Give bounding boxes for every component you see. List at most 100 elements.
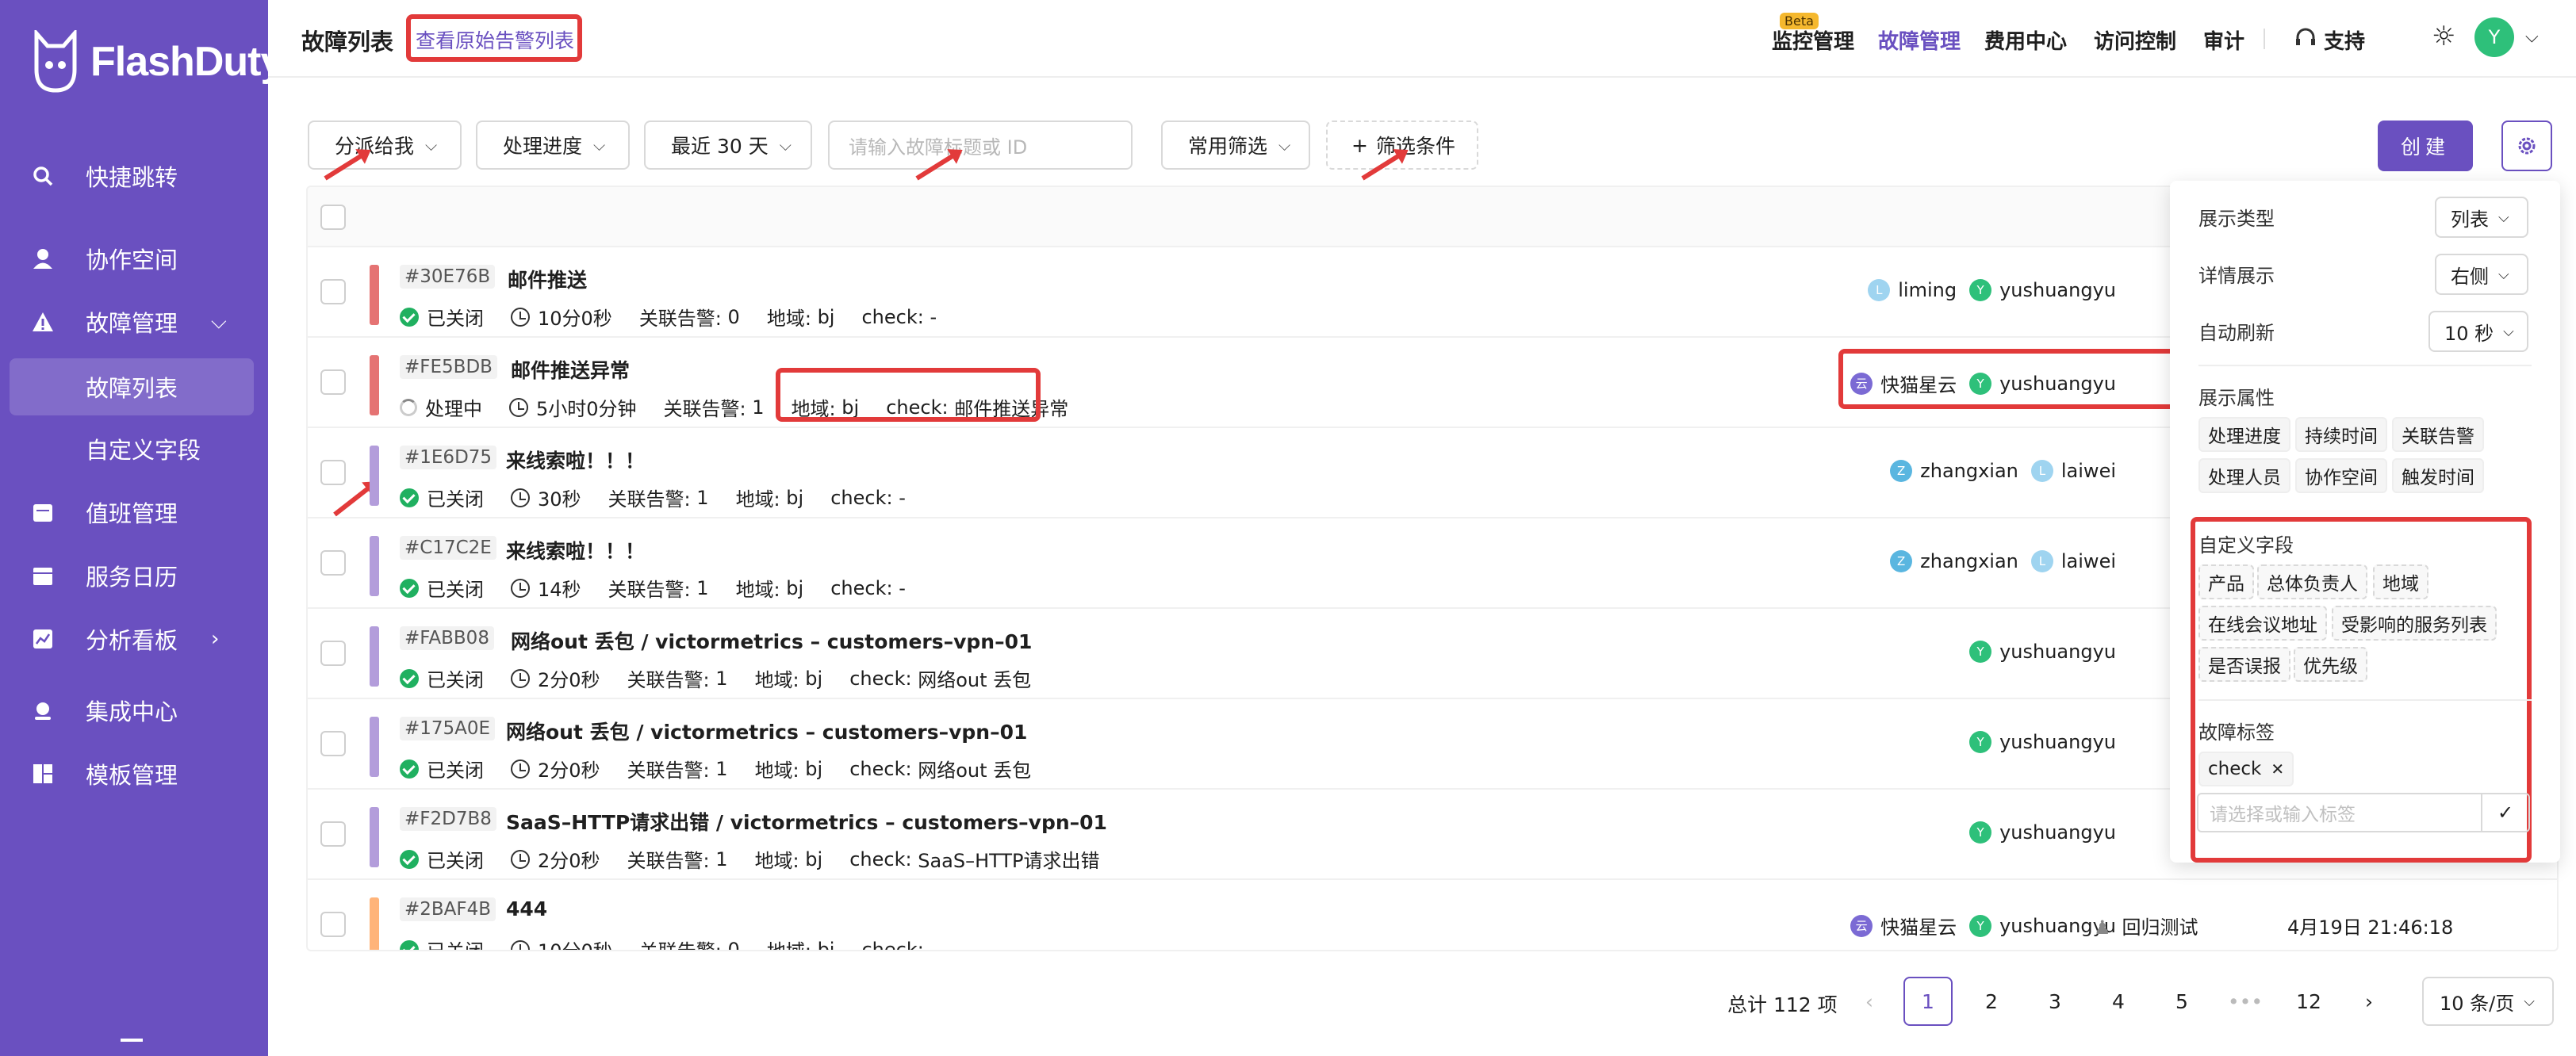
incident-title[interactable]: 来线索啦！！！ [506,536,645,564]
display-attr-tag[interactable]: 协作空间 [2295,458,2387,493]
nav-templates[interactable]: 模板管理 [0,745,268,802]
confirm-tag-button[interactable]: ✓ [2481,793,2530,832]
incident-title[interactable]: 444 [506,897,547,920]
assigned-filter[interactable]: 分派给我 ⌵ [308,121,462,170]
custom-field-tag[interactable]: 是否误报 [2198,647,2290,682]
row-checkbox[interactable] [320,460,346,485]
page-size-label: 10 条/页 [2440,992,2515,1015]
page-button[interactable]: 1 [1903,977,1953,1026]
page-button[interactable]: 3 [2030,977,2080,1026]
custom-field-tag[interactable]: 优先级 [2294,647,2367,682]
row-checkbox[interactable] [320,369,346,395]
nav-label: 模板管理 [86,762,178,789]
incident-title[interactable]: 邮件推送 [508,265,587,293]
nav-collab-space[interactable]: 协作空间 [0,230,268,287]
custom-field-tag[interactable]: 产品 [2198,564,2254,599]
tag-input[interactable]: 请选择或输入标签 [2197,793,2482,832]
chevron-down-icon[interactable]: ⌵ [2525,27,2539,47]
nav-incident-list[interactable]: 故障列表 [10,358,254,415]
nav-integrations[interactable]: 集成中心 [0,682,268,739]
theme-sun-icon[interactable]: ☼ [2432,21,2455,52]
row-checkbox[interactable] [320,912,346,937]
nav-incident-mgmt[interactable]: 故障管理 ⌵ [0,293,268,350]
collapse-icon[interactable] [121,1039,143,1042]
incident-id: #2BAF4B [400,897,496,921]
incident-title[interactable]: 来线索啦！！！ [506,446,645,474]
create-button[interactable]: 创建 [2378,121,2473,171]
responders: Lliming Yyushuangyu [1855,279,2116,301]
page-button[interactable]: 2 [1967,977,2016,1026]
status: 已关闭 [400,303,484,331]
duration: 2分0秒 [538,759,600,782]
topnav-access[interactable]: 访问控制 [2094,25,2176,55]
user-avatar[interactable]: Y [2474,17,2514,57]
nav-oncall[interactable]: 值班管理 [0,484,268,541]
display-attr-tag[interactable]: 触发时间 [2392,458,2484,493]
avatar: Y [1969,731,1992,753]
custom-field-tag[interactable]: 地域 [2373,564,2428,599]
display-attr-tag[interactable]: 关联告警 [2392,417,2484,452]
duration: 30秒 [538,488,581,511]
responders: 云快猫星云 Yyushuangyu [1838,912,2116,939]
topnav-billing[interactable]: 费用中心 [1984,25,2067,55]
display-type-select[interactable]: 列表 ⌵ [2435,197,2528,238]
incident-title[interactable]: SaaS–HTTP请求出错 / victormetrics – customer… [506,807,1107,836]
headset-icon[interactable] [2294,26,2317,50]
topnav-monitor[interactable]: 监控管理 [1772,25,1854,55]
nav-analytics[interactable]: 分析看板 › [0,610,268,668]
check-label: check: [861,305,924,328]
custom-field-tag[interactable]: 受影响的服务列表 [2332,606,2497,641]
display-attr-tag[interactable]: 持续时间 [2295,417,2387,452]
tag-chip[interactable]: check ✕ [2198,752,2294,786]
row-checkbox[interactable] [320,279,346,304]
nav-service-calendar[interactable]: 服务日历 [0,547,268,604]
incident-title[interactable]: 网络out 丢包 / victormetrics – customers–vpn… [511,626,1032,655]
status: 已关闭 [400,484,484,511]
row-checkbox[interactable] [320,550,346,576]
topnav-support[interactable]: 支持 [2324,25,2365,55]
divider [2198,365,2532,366]
auto-refresh-value: 10 秒 [2444,322,2494,345]
topnav-incident[interactable]: 故障管理 [1878,25,1961,55]
row-checkbox[interactable] [320,641,346,666]
status-label: 已关闭 [427,850,484,872]
display-attr-tag[interactable]: 处理人员 [2198,458,2290,493]
more-pages[interactable]: ••• [2221,977,2270,1026]
page-size-select[interactable]: 10 条/页 ⌵ [2422,977,2554,1026]
logo[interactable]: FlashDuty [32,30,283,94]
view-raw-alerts-link[interactable]: 查看原始告警列表 [416,25,574,54]
related-label: 关联告警: [627,759,710,782]
table-row[interactable]: #2BAF4B 444 已关闭 10分0秒 关联告警: 0 地域: bj che… [308,880,2557,950]
nav-quick-jump[interactable]: 快捷跳转 [0,147,268,205]
close-icon[interactable]: ✕ [2271,759,2284,779]
topnav-audit[interactable]: 审计 [2203,25,2244,55]
search-input[interactable]: 请输入故障标题或 ID [828,121,1133,170]
region-label: 地域: [735,488,780,511]
row-checkbox[interactable] [320,821,346,847]
select-all-checkbox[interactable] [320,205,346,230]
detail-display-value: 右侧 [2451,265,2489,288]
detail-display-select[interactable]: 右侧 ⌵ [2435,254,2528,295]
next-page-button[interactable]: › [2344,977,2394,1026]
custom-field-tag[interactable]: 在线会议地址 [2198,606,2327,641]
progress-filter[interactable]: 处理进度 ⌵ [476,121,630,170]
page-button[interactable]: 4 [2094,977,2143,1026]
page-button[interactable]: 12 [2284,977,2333,1026]
row-checkbox[interactable] [320,731,346,756]
processing-icon [400,398,417,416]
check-value: - [930,305,937,328]
custom-field-tag[interactable]: 总体负责人 [2257,564,2367,599]
chevron-down-icon: ⌵ [425,136,438,155]
related-count: 1 [715,667,728,690]
time-range-filter[interactable]: 最近 30 天 ⌵ [644,121,812,170]
incident-title[interactable]: 邮件推送异常 [511,355,630,384]
incident-title[interactable]: 网络out 丢包 / victormetrics – customers–vpn… [506,717,1027,745]
common-filter[interactable]: 常用筛选 ⌵ [1161,121,1310,170]
template-icon [33,764,52,783]
display-attr-tag[interactable]: 处理进度 [2198,417,2290,452]
nav-custom-fields[interactable]: 自定义字段 [0,420,268,477]
settings-button[interactable] [2501,121,2552,171]
page-button[interactable]: 5 [2157,977,2206,1026]
auto-refresh-select[interactable]: 10 秒 ⌵ [2428,311,2528,352]
prev-page-button[interactable]: ‹ [1845,977,1894,1026]
